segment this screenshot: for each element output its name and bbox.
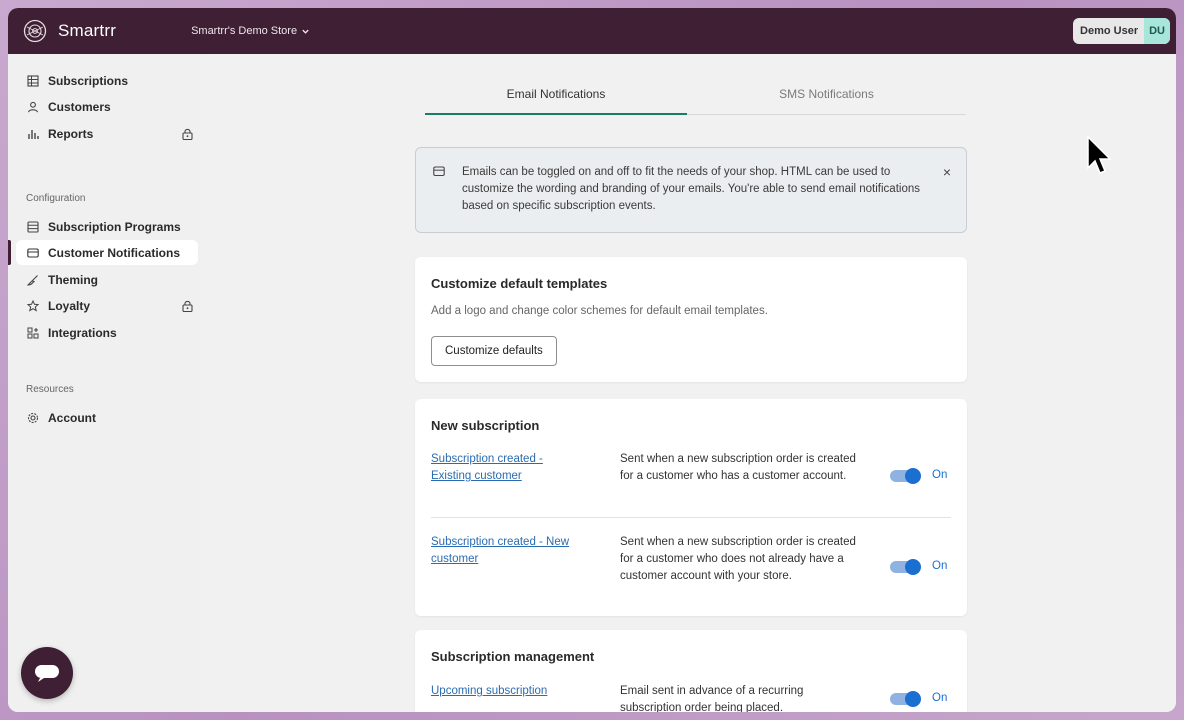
smartrr-logo-icon bbox=[23, 19, 47, 43]
section-label-configuration: Configuration bbox=[26, 193, 86, 204]
upcoming-subscription-link[interactable]: Upcoming subscription bbox=[431, 683, 581, 700]
top-bar: Smartrr Smartrr's Demo Store Demo User D… bbox=[8, 8, 1176, 54]
row-description: Sent when a new subscription order is cr… bbox=[620, 453, 856, 482]
row-description: Sent when a new subscription order is cr… bbox=[620, 536, 856, 582]
sidebar-item-label: Customers bbox=[48, 99, 111, 114]
sidebar-item-theming[interactable]: Theming bbox=[16, 267, 198, 292]
info-banner: Emails can be toggled on and off to fit … bbox=[415, 147, 967, 233]
tab-email-notifications[interactable]: Email Notifications bbox=[425, 80, 687, 115]
close-icon[interactable]: × bbox=[943, 164, 951, 180]
sidebar-item-subscriptions[interactable]: Subscriptions bbox=[16, 68, 198, 93]
notification-toggle[interactable] bbox=[890, 468, 921, 484]
table-icon bbox=[27, 74, 39, 87]
envelope-icon bbox=[433, 166, 445, 177]
notification-toggle[interactable] bbox=[890, 559, 921, 575]
app-name: Smartrr bbox=[58, 21, 117, 40]
chat-launcher-button[interactable] bbox=[21, 647, 73, 699]
sidebar-item-integrations[interactable]: Integrations bbox=[16, 320, 198, 345]
lock-icon bbox=[182, 300, 193, 312]
toggle-state: On bbox=[932, 469, 948, 481]
sidebar-item-account[interactable]: Account bbox=[16, 405, 198, 430]
sidebar-item-label: Subscription Programs bbox=[48, 219, 181, 234]
tab-sms-notifications[interactable]: SMS Notifications bbox=[687, 80, 966, 114]
banner-text: Emails can be toggled on and off to fit … bbox=[462, 166, 920, 212]
user-menu[interactable]: Demo User DU bbox=[1073, 18, 1170, 44]
row-description: Email sent in advance of a recurring sub… bbox=[620, 685, 804, 712]
store-switcher[interactable]: Smartrr's Demo Store bbox=[191, 25, 310, 37]
sidebar-item-subscription-programs[interactable]: Subscription Programs bbox=[16, 214, 198, 239]
customize-defaults-button[interactable]: Customize defaults bbox=[431, 336, 557, 366]
toggle-knob bbox=[905, 691, 921, 707]
main-content: Email Notifications SMS Notifications Em… bbox=[207, 54, 1176, 712]
logo[interactable]: Smartrr bbox=[23, 19, 116, 43]
subscription-created-new-link[interactable]: Subscription created - New customer bbox=[431, 534, 581, 568]
sidebar-item-label: Theming bbox=[48, 272, 98, 287]
app-window: Smartrr Smartrr's Demo Store Demo User D… bbox=[8, 8, 1176, 712]
new-subscription-card: New subscription Subscription created - … bbox=[415, 399, 967, 616]
subscription-management-card: Subscription management Upcoming subscri… bbox=[415, 630, 967, 712]
toggle-knob bbox=[905, 559, 921, 575]
list-icon bbox=[27, 220, 39, 233]
user-name: Demo User bbox=[1080, 25, 1139, 37]
sidebar-item-label: Loyalty bbox=[48, 298, 91, 313]
mouse-cursor-icon bbox=[1087, 136, 1112, 174]
bar-chart-icon bbox=[27, 128, 39, 140]
toggle-state: On bbox=[932, 560, 948, 572]
notification-tabs: Email Notifications SMS Notifications bbox=[425, 80, 966, 115]
section-label-resources: Resources bbox=[26, 384, 74, 395]
card-title: Subscription management bbox=[431, 649, 595, 664]
user-icon bbox=[27, 101, 39, 113]
sidebar: Subscriptions Customers Reports Configur… bbox=[8, 54, 207, 712]
notification-toggle[interactable] bbox=[890, 691, 921, 707]
card-title: Customize default templates bbox=[431, 276, 608, 291]
subscription-created-existing-link[interactable]: Subscription created - Existing customer bbox=[431, 451, 581, 485]
card-title: New subscription bbox=[431, 418, 540, 433]
lock-icon bbox=[182, 128, 193, 140]
chat-icon bbox=[35, 665, 59, 682]
apps-icon bbox=[27, 327, 39, 339]
sidebar-item-customers[interactable]: Customers bbox=[16, 94, 198, 119]
sidebar-item-loyalty[interactable]: Loyalty bbox=[16, 293, 198, 318]
card-subtitle: Add a logo and change color schemes for … bbox=[431, 305, 768, 317]
toggle-state: On bbox=[932, 692, 948, 704]
sidebar-item-customer-notifications[interactable]: Customer Notifications bbox=[16, 240, 198, 265]
sidebar-item-label: Reports bbox=[48, 126, 94, 141]
gear-icon bbox=[27, 412, 39, 424]
brush-icon bbox=[27, 274, 39, 286]
store-name: Smartrr's Demo Store bbox=[191, 25, 298, 37]
sidebar-item-label: Subscriptions bbox=[48, 73, 129, 88]
sidebar-item-label: Integrations bbox=[48, 325, 117, 340]
avatar: DU bbox=[1144, 18, 1170, 44]
sidebar-item-reports[interactable]: Reports bbox=[16, 121, 198, 146]
toggle-knob bbox=[905, 468, 921, 484]
divider bbox=[431, 517, 951, 518]
chevron-down-icon bbox=[302, 29, 309, 34]
star-icon bbox=[27, 299, 39, 312]
envelope-icon bbox=[27, 247, 39, 259]
sidebar-item-label: Customer Notifications bbox=[48, 245, 181, 260]
templates-card: Customize default templates Add a logo a… bbox=[415, 257, 967, 382]
active-indicator bbox=[8, 240, 11, 265]
sidebar-item-label: Account bbox=[48, 410, 96, 425]
